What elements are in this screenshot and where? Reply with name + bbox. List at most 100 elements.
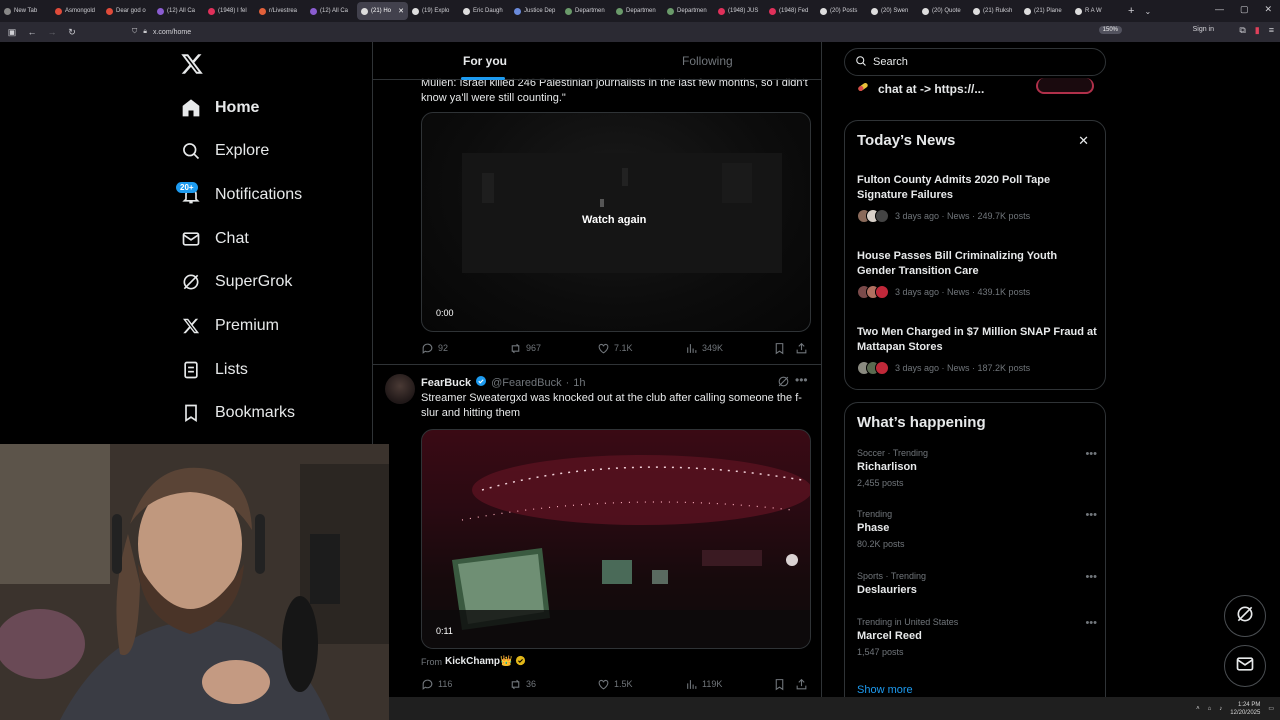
browser-tab[interactable]: (1948) Fed	[765, 2, 816, 20]
tab-favicon-icon	[1024, 7, 1031, 15]
more-options-icon[interactable]: •••	[1085, 509, 1097, 521]
browser-tab[interactable]: (20) Swen	[867, 2, 918, 20]
tab-for-you[interactable]: For you	[463, 54, 507, 68]
system-clock[interactable]: 1:24 PM 12/20/2025	[1230, 701, 1260, 717]
browser-tab[interactable]: r/Livestrea	[255, 2, 306, 20]
trend-category: Soccer · Trending	[857, 448, 929, 458]
browser-tab[interactable]: (21) Ruksh	[969, 2, 1020, 20]
trend-item[interactable]: Trending Phase 80.2K posts •••	[857, 509, 1097, 549]
reply-count: 116	[438, 679, 453, 689]
trend-item[interactable]: Sports · Trending Deslauriers •••	[857, 571, 1097, 596]
url-text[interactable]: x.com/home	[153, 29, 191, 36]
source-name[interactable]: KickChamp👑	[445, 656, 512, 667]
menu-icon[interactable]: ≡	[1269, 25, 1274, 36]
browser-tab[interactable]: Departmen	[612, 2, 663, 20]
sidebar-item-notifications[interactable]: Notifications	[180, 181, 302, 209]
minimize-icon[interactable]: —	[1215, 4, 1224, 15]
browser-tab[interactable]: (21) Ho ✕	[357, 2, 408, 20]
sign-in-button[interactable]: Sign in	[1193, 26, 1214, 33]
browser-tab[interactable]: Justice Dep	[510, 2, 561, 20]
trend-item[interactable]: Soccer · Trending Richarlison 2,455 post…	[857, 448, 1097, 488]
repost-button[interactable]: 967	[509, 342, 597, 355]
author-name[interactable]: FearBuck	[421, 377, 471, 389]
trend-item[interactable]: Trending in United States Marcel Reed 1,…	[857, 617, 1097, 657]
video-player[interactable]: Watch again 0:00	[421, 112, 811, 332]
volume-icon[interactable]: ♪	[1219, 706, 1222, 712]
shield-icon[interactable]: ⛉	[132, 28, 137, 36]
browser-tab[interactable]: Eric Daugh	[459, 2, 510, 20]
browser-tab[interactable]: R A W	[1071, 2, 1122, 20]
avatar[interactable]	[385, 374, 415, 404]
browser-tab[interactable]: (20) Posts	[816, 2, 867, 20]
more-options-icon[interactable]: •••	[795, 373, 808, 387]
browser-tab[interactable]: Departmen	[561, 2, 612, 20]
sidebar-toggle-icon[interactable]: ▣	[4, 27, 20, 38]
like-button[interactable]: 1.5K	[597, 678, 685, 691]
post-time[interactable]: 1h	[573, 377, 585, 389]
tab-label: (1948) JUS	[728, 8, 759, 14]
x-logo-icon[interactable]	[180, 52, 204, 76]
extension-badge-icon[interactable]: ▮	[1255, 25, 1260, 36]
grok-fab-button[interactable]	[1224, 595, 1266, 637]
trend-snippet[interactable]: chat at -> https://...	[856, 80, 984, 97]
address-bar[interactable]: ⛉ 🔒︎ x.com/home	[132, 24, 1124, 40]
share-button[interactable]	[795, 678, 808, 691]
browser-tab[interactable]: (12) All Ca	[306, 2, 357, 20]
browser-tab[interactable]: New Tab	[0, 2, 51, 20]
browser-tab[interactable]: (1948) JUS	[714, 2, 765, 20]
video-player[interactable]: 0:11	[421, 429, 811, 649]
close-tab-icon[interactable]: ✕	[398, 7, 404, 15]
extensions-icon[interactable]: ⧉	[1239, 25, 1245, 36]
close-window-icon[interactable]: ✕	[1264, 4, 1272, 15]
browser-tab[interactable]: Departmen	[663, 2, 714, 20]
reload-icon[interactable]: ↻	[64, 27, 80, 38]
zoom-level[interactable]: 150%	[1098, 26, 1122, 34]
browser-tab[interactable]: (1948) I fel	[204, 2, 255, 20]
sidebar-item-premium[interactable]: Premium	[180, 312, 279, 340]
notification-center-icon[interactable]: ▭	[1268, 705, 1274, 712]
views-button[interactable]: 349K	[685, 342, 773, 355]
browser-tab[interactable]: (19) Explo	[408, 2, 459, 20]
close-icon[interactable]: ✕	[1078, 133, 1089, 149]
bookmark-button[interactable]	[773, 342, 795, 355]
network-icon[interactable]: ⌂	[1208, 706, 1212, 712]
forward-icon[interactable]: →	[44, 27, 60, 37]
sidebar-item-lists[interactable]: Lists	[180, 356, 248, 384]
search-input[interactable]: Search	[844, 48, 1106, 76]
sidebar-item-bookmarks[interactable]: Bookmarks	[180, 399, 295, 427]
tray-chevron-icon[interactable]: ˄	[1196, 706, 1200, 712]
lock-icon[interactable]: 🔒︎	[143, 28, 147, 36]
pill-emoji-icon	[856, 80, 870, 97]
browser-tab[interactable]: Asmongold	[51, 2, 102, 20]
share-button[interactable]	[795, 342, 808, 355]
show-more-link[interactable]: Show more	[857, 684, 913, 696]
messages-fab-button[interactable]	[1224, 645, 1266, 687]
repost-button[interactable]: 36	[509, 678, 597, 691]
news-item[interactable]: House Passes Bill Criminalizing Youth Ge…	[857, 249, 1097, 299]
tab-list-icon[interactable]: ⌄	[1144, 7, 1151, 16]
browser-tab[interactable]: (12) All Ca	[153, 2, 204, 20]
sidebar-item-explore[interactable]: Explore	[180, 137, 269, 165]
reply-button[interactable]: 116	[421, 678, 509, 691]
news-item[interactable]: Fulton County Admits 2020 Poll Tape Sign…	[857, 173, 1097, 223]
bookmark-button[interactable]	[773, 678, 795, 691]
author-handle[interactable]: @FearedBuck	[491, 377, 561, 389]
new-tab-icon[interactable]: +	[1128, 5, 1134, 17]
sidebar-item-supergrok[interactable]: SuperGrok	[180, 268, 292, 296]
browser-tab[interactable]: (20) Quote	[918, 2, 969, 20]
back-icon[interactable]: ←	[24, 27, 40, 37]
like-button[interactable]: 7.1K	[597, 342, 685, 355]
browser-tab[interactable]: Dear god o	[102, 2, 153, 20]
maximize-icon[interactable]: ▢	[1240, 4, 1249, 15]
browser-tab[interactable]: (21) Plane	[1020, 2, 1071, 20]
more-options-icon[interactable]: •••	[1085, 448, 1097, 460]
reply-button[interactable]: 92	[421, 342, 509, 355]
sidebar-item-chat[interactable]: Chat	[180, 225, 249, 253]
views-button[interactable]: 119K	[685, 678, 773, 691]
sidebar-item-home[interactable]: Home	[180, 94, 259, 122]
news-item[interactable]: Two Men Charged in $7 Million SNAP Fraud…	[857, 325, 1097, 375]
watch-again-button[interactable]: Watch again	[582, 214, 646, 226]
more-options-icon[interactable]: •••	[1085, 571, 1097, 583]
more-options-icon[interactable]: •••	[1085, 617, 1097, 629]
tab-following[interactable]: Following	[682, 54, 733, 68]
